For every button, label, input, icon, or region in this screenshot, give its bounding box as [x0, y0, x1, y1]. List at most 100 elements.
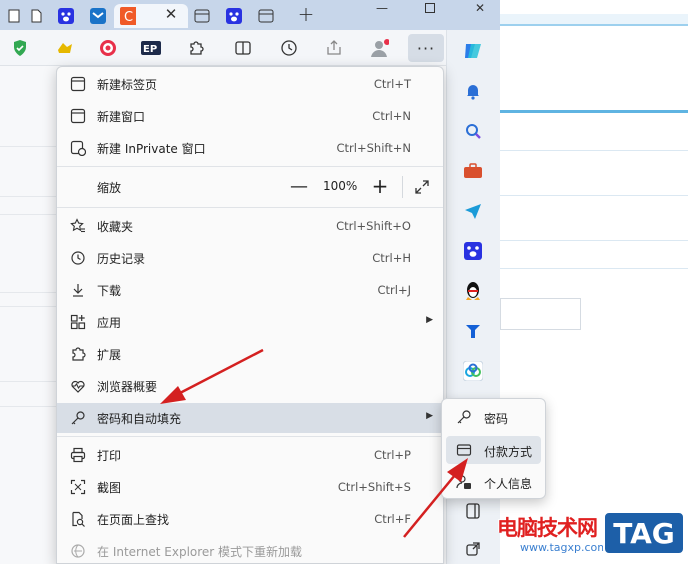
- menu-label: 下载: [97, 284, 122, 298]
- ep-extension-icon[interactable]: EP: [141, 38, 161, 58]
- page-accent-line: [500, 110, 688, 113]
- menu-separator: [57, 166, 443, 167]
- tab[interactable]: [22, 4, 50, 28]
- fullscreen-icon[interactable]: [413, 178, 431, 196]
- menu-item-new-inprivate[interactable]: 新建 InPrivate 窗口 Ctrl+Shift+N: [57, 133, 443, 163]
- zoom-in-button[interactable]: +: [369, 174, 391, 198]
- menu-label: 扩展: [97, 348, 122, 362]
- baidu-icon[interactable]: [462, 240, 484, 262]
- zoom-divider: [402, 176, 403, 198]
- tab[interactable]: [84, 4, 112, 28]
- menu-label: 历史记录: [97, 252, 146, 266]
- history-icon[interactable]: [279, 38, 299, 58]
- close-window-button[interactable]: ✕: [465, 0, 495, 16]
- menu-item-print[interactable]: 打印 Ctrl+P: [57, 440, 443, 470]
- ie-icon: [69, 542, 87, 560]
- svg-text:C: C: [124, 10, 133, 25]
- menu-item-passwords-autofill[interactable]: 密码和自动填充 ▶: [57, 403, 443, 433]
- tab-page-icon: [6, 8, 22, 24]
- screenshot-icon: [69, 478, 87, 496]
- shield-icon[interactable]: [10, 38, 30, 58]
- profile-avatar-icon[interactable]: [369, 38, 389, 58]
- zoom-out-button[interactable]: —: [289, 175, 309, 197]
- briefcase-icon[interactable]: [462, 160, 484, 182]
- split-screen-icon[interactable]: [233, 38, 253, 58]
- new-tab-button[interactable]: +: [295, 2, 317, 26]
- send-icon[interactable]: [462, 200, 484, 222]
- copilot-icon[interactable]: [462, 40, 484, 62]
- menu-item-browser-essentials[interactable]: 浏览器概要: [57, 371, 443, 401]
- tab[interactable]: [52, 4, 80, 28]
- menu-item-apps[interactable]: 应用 ▶: [57, 307, 443, 337]
- submenu-item-personal-info[interactable]: 个人信息: [446, 468, 541, 496]
- page-divider: [0, 292, 60, 293]
- extensions-puzzle-icon: [69, 345, 87, 363]
- target-icon[interactable]: [98, 38, 118, 58]
- sidebar-panel-icon[interactable]: [462, 500, 484, 522]
- submenu-item-payment-methods[interactable]: 付款方式: [446, 436, 541, 464]
- menu-item-favorites[interactable]: 收藏夹 Ctrl+Shift+O: [57, 211, 443, 241]
- inprivate-icon: [69, 139, 87, 157]
- menu-label: 新建窗口: [97, 110, 146, 124]
- settings-and-more-menu: 新建标签页 Ctrl+T 新建窗口 Ctrl+N 新建 InPrivate 窗口…: [56, 66, 444, 564]
- menu-item-screenshot[interactable]: 截图 Ctrl+Shift+S: [57, 472, 443, 502]
- baidu-icon: [58, 8, 74, 24]
- submenu-item-passwords[interactable]: 密码: [446, 403, 541, 431]
- menu-label: 新建标签页: [97, 78, 158, 92]
- tab[interactable]: [188, 4, 216, 28]
- watermark-url: www.tagxp.com: [520, 541, 608, 554]
- menu-item-downloads[interactable]: 下载 Ctrl+J: [57, 275, 443, 305]
- maximize-button[interactable]: [415, 0, 445, 16]
- page-divider: [0, 214, 60, 215]
- browser-title-bar: C ✕ + — ✕: [0, 0, 500, 30]
- extension-puzzle-yellow-icon[interactable]: [55, 38, 75, 58]
- tab-page-icon: [258, 8, 274, 24]
- page-divider: [500, 268, 688, 269]
- menu-shortcut: Ctrl+N: [372, 109, 411, 123]
- page-divider: [0, 306, 60, 307]
- menu-shortcut: Ctrl+H: [372, 251, 411, 265]
- menu-separator: [57, 436, 443, 437]
- tencent-app-icon[interactable]: [462, 320, 484, 342]
- close-tab-icon[interactable]: ✕: [160, 2, 182, 26]
- watermark-site-name: 电脑技术网: [497, 516, 598, 540]
- menu-item-zoom: 缩放 — 100% +: [57, 172, 443, 202]
- menu-label: 密码和自动填充: [97, 412, 182, 426]
- svg-text:EP: EP: [143, 44, 157, 55]
- heartbeat-icon: [69, 377, 87, 395]
- menu-item-new-window[interactable]: 新建窗口 Ctrl+N: [57, 101, 443, 131]
- qq-penguin-icon[interactable]: [462, 280, 484, 302]
- menu-item-find-on-page[interactable]: 在页面上查找 Ctrl+F: [57, 504, 443, 534]
- page-divider: [500, 150, 688, 151]
- tab[interactable]: [252, 4, 280, 28]
- menu-label: 截图: [97, 481, 122, 495]
- menu-separator: [57, 207, 443, 208]
- search-icon[interactable]: [462, 120, 484, 142]
- extensions-puzzle-icon[interactable]: [186, 38, 206, 58]
- download-icon: [69, 281, 87, 299]
- share-icon[interactable]: [324, 38, 344, 58]
- menu-shortcut: Ctrl+T: [373, 77, 411, 91]
- new-window-icon: [69, 107, 87, 125]
- menu-shortcut: Ctrl+Shift+O: [336, 219, 411, 233]
- minimize-button[interactable]: —: [367, 0, 397, 16]
- menu-item-history[interactable]: 历史记录 Ctrl+H: [57, 243, 443, 273]
- bell-icon[interactable]: [462, 80, 484, 102]
- page-input-box[interactable]: [500, 298, 581, 330]
- baidu-icon: [226, 8, 242, 24]
- menu-label: 收藏夹: [97, 220, 134, 234]
- page-divider: [0, 196, 60, 197]
- key-icon: [69, 409, 87, 427]
- watermark-tag-logo: TAG: [603, 511, 685, 555]
- cloud-app-icon[interactable]: [462, 360, 484, 382]
- menu-item-extensions[interactable]: 扩展: [57, 339, 443, 369]
- new-tab-icon: [69, 75, 87, 93]
- menu-label: 打印: [97, 449, 122, 463]
- favorites-star-icon: [69, 217, 87, 235]
- open-external-icon[interactable]: [462, 538, 484, 560]
- personal-info-icon: [455, 473, 473, 491]
- find-page-icon: [69, 510, 87, 528]
- tab[interactable]: [220, 4, 248, 28]
- menu-item-new-tab[interactable]: 新建标签页 Ctrl+T: [57, 69, 443, 99]
- settings-and-more-button[interactable]: ···: [408, 34, 444, 62]
